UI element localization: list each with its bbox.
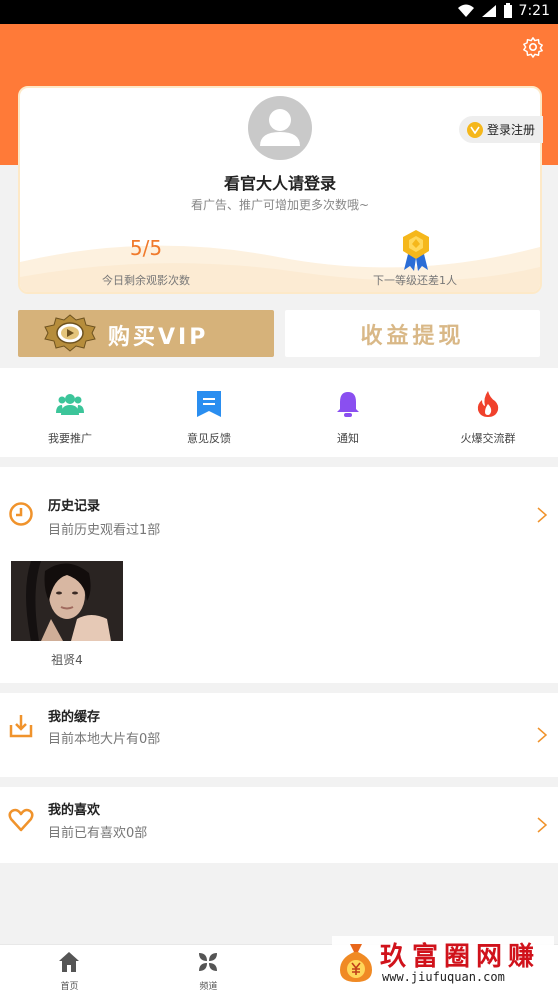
login-register-label: 登录注册 <box>487 123 536 137</box>
channel-icon <box>199 953 217 971</box>
status-time: 7:21 <box>518 3 550 19</box>
vip-coin-icon <box>467 121 483 138</box>
history-row[interactable]: 历史记录 目前历史观看过1部 <box>0 481 558 551</box>
withdraw-earnings-button[interactable]: 收益提现 <box>285 310 540 357</box>
quick-link-notification[interactable]: 通知 <box>278 368 418 457</box>
nav-item-channel[interactable]: 频道 <box>139 945 278 992</box>
quick-link-label: 我要推广 <box>48 432 92 445</box>
quick-links-panel: 我要推广 意见反馈 通知 火爆交流群 <box>0 368 558 457</box>
nav-label: 首页 <box>60 982 79 992</box>
buy-vip-button[interactable]: 购买VIP <box>18 310 274 357</box>
favorites-row[interactable]: 我的喜欢 目前已有喜欢0部 <box>0 787 558 857</box>
portrait-image <box>11 561 123 641</box>
home-icon <box>59 952 79 972</box>
signal-icon <box>481 5 496 17</box>
team-icon <box>56 394 84 415</box>
wifi-icon <box>457 4 474 17</box>
cache-title: 我的缓存 <box>48 710 101 725</box>
buy-vip-label: 购买VIP <box>108 325 209 350</box>
favorites-title: 我的喜欢 <box>48 803 101 818</box>
quick-link-hot-group[interactable]: 火爆交流群 <box>418 368 558 457</box>
status-bar: 7:21 <box>0 0 558 24</box>
favorites-subtitle: 目前已有喜欢0部 <box>48 826 148 841</box>
quick-link-promote[interactable]: 我要推广 <box>0 368 140 457</box>
cache-subtitle: 目前本地大片有0部 <box>48 732 161 747</box>
login-register-button[interactable]: 登录注册 <box>459 116 543 143</box>
nav-label: 频道 <box>199 982 218 992</box>
login-prompt-subtitle: 看广告、推广可增加更多次数哦~ <box>190 198 370 212</box>
history-title: 历史记录 <box>48 499 101 514</box>
battery-icon <box>503 3 512 18</box>
history-item-thumbnail[interactable] <box>11 561 123 641</box>
views-remaining-label: 今日剩余观影次数 <box>102 274 190 287</box>
chevron-right-icon <box>537 817 548 833</box>
bell-icon <box>337 392 359 417</box>
login-prompt-title[interactable]: 看官大人请登录 <box>20 170 540 194</box>
cache-panel: 我的缓存 目前本地大片有0部 <box>0 693 558 777</box>
chevron-right-icon <box>537 507 548 523</box>
quick-link-feedback[interactable]: 意见反馈 <box>139 368 279 457</box>
views-remaining-value: 5/5 <box>129 236 163 260</box>
watermark-url: www.jiufuquan.com <box>382 970 505 984</box>
quick-link-label: 通知 <box>337 432 359 445</box>
heart-icon <box>8 808 34 832</box>
flame-icon <box>477 391 499 417</box>
quick-link-label: 意见反馈 <box>187 432 231 445</box>
avatar[interactable] <box>248 96 312 160</box>
download-icon <box>9 715 33 738</box>
user-silhouette-icon <box>260 109 300 146</box>
history-subtitle: 目前历史观看过1部 <box>48 523 161 538</box>
favorites-panel: 我的喜欢 目前已有喜欢0部 <box>0 787 558 863</box>
history-item-title: 祖贤4 <box>51 653 83 667</box>
medal-icon <box>403 230 429 271</box>
cache-row[interactable]: 我的缓存 目前本地大片有0部 <box>0 693 558 763</box>
settings-gear-icon[interactable] <box>522 36 544 58</box>
quick-link-label: 火爆交流群 <box>460 432 516 445</box>
next-level-label: 下一等级还差1人 <box>373 274 457 287</box>
nav-item-home[interactable]: 首页 <box>0 945 139 992</box>
watermark-title: 玖富圈网赚 <box>380 942 541 972</box>
clock-icon <box>9 502 33 526</box>
vip-badge-icon <box>44 314 96 352</box>
chevron-right-icon <box>537 727 548 743</box>
feedback-icon <box>197 391 221 417</box>
money-bag-logo-icon <box>340 944 372 982</box>
history-panel: 历史记录 目前历史观看过1部 祖贤4 <box>0 467 558 683</box>
watermark: 玖富圈网赚 www.jiufuquan.com <box>332 936 554 988</box>
profile-card: 看官大人请登录 看广告、推广可增加更多次数哦~ 5/5 今日剩余观影次数 下一等… <box>18 86 542 294</box>
